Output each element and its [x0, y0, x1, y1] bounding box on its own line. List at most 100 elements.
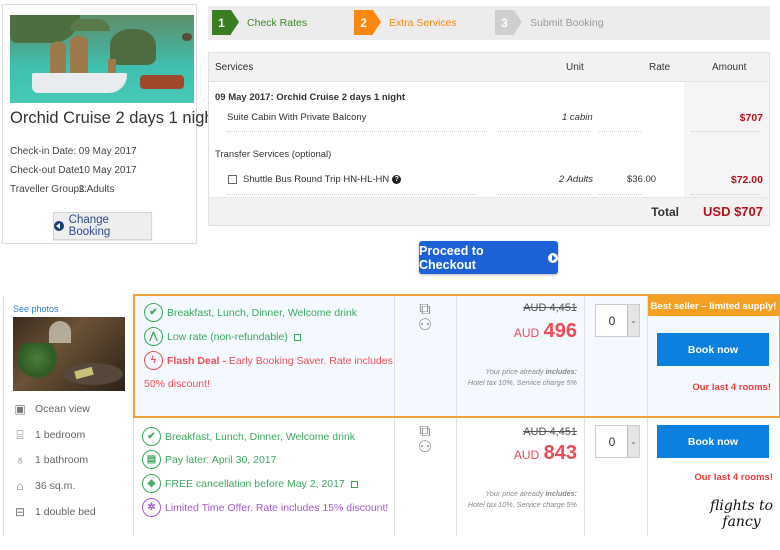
bathroom-icon: ♁	[15, 453, 25, 467]
price-cell: AUD 4,451 AUD 496 Your price already inc…	[457, 296, 577, 416]
bed-icon: ⊟	[14, 505, 26, 519]
pay-later-icon: ▤	[142, 450, 161, 469]
proceed-to-checkout-button[interactable]: Proceed to Checkout	[419, 241, 558, 274]
step-1-label: Check Rates	[247, 16, 308, 29]
discounted-price: AUD 496	[514, 320, 577, 343]
cruise-photo	[10, 15, 194, 103]
room-info-panel: See photos ▣ Ocean view ⌸ 1 bedroom ♁ 1 …	[3, 296, 133, 536]
bedroom-icon: ⌸	[16, 428, 24, 442]
change-booking-label: Change Booking	[68, 214, 111, 238]
feature-label: 36 sq.m.	[35, 480, 76, 492]
suite-cabin-amount: $707	[739, 112, 763, 124]
step-check-rates[interactable]: 1 Check Rates	[212, 10, 307, 35]
room-photo[interactable]	[13, 317, 125, 391]
perk-low-rate: ⋀ Low rate (non-refundable)	[144, 327, 301, 346]
total-value: USD $707	[703, 204, 763, 219]
limited-offer-icon: ✲	[142, 498, 161, 517]
services-header-row: Services Unit Rate Amount	[209, 53, 769, 82]
feature-bathroom: ♁ 1 bathroom	[13, 453, 89, 467]
room-quantity-select[interactable]: 0 ⌄	[595, 425, 640, 458]
quantity-value: 0	[608, 434, 616, 449]
area-icon: ⌂	[16, 479, 24, 493]
feature-ocean-view: ▣ Ocean view	[13, 402, 90, 416]
traveller-groups-row: Traveller Groups: 2 Adults	[10, 184, 114, 195]
header-services: Services	[215, 62, 254, 73]
shuttle-bus-amount: $72.00	[730, 174, 763, 186]
free-cancel-icon: ◈	[142, 474, 161, 493]
best-seller-badge: Best seller – limited supply!	[648, 296, 779, 316]
guests-icon: ⧉ ⚇	[417, 423, 433, 456]
total-label: Total	[651, 205, 679, 219]
arrow-right-circle-icon	[548, 252, 558, 263]
price-amount: 843	[543, 442, 577, 464]
arrow-left-circle-icon	[54, 221, 64, 231]
change-booking-button[interactable]: Change Booking	[53, 212, 152, 240]
header-amount: Amount	[712, 62, 747, 73]
step-3-number: 3	[495, 10, 522, 35]
tax-note-detail: Hotel tax 10%, Service charge 5%	[467, 378, 577, 387]
shuttle-bus-checkbox[interactable]	[228, 175, 237, 184]
step-extra-services: 2 Extra Services	[354, 10, 457, 35]
feature-area: ⌂ 36 sq.m.	[13, 479, 75, 493]
watermark-line-1: flights to	[710, 498, 774, 514]
quantity-value: 0	[608, 313, 616, 328]
see-photos-link[interactable]: See photos	[13, 304, 59, 314]
price-cell: AUD 4,451 AUD 843 Your price already inc…	[457, 418, 577, 536]
tax-note-detail: Hotel tax 10%, Service charge 5%	[467, 500, 577, 509]
header-rate: Rate	[649, 62, 671, 73]
check-in-row: Check-in Date: 09 May 2017	[10, 146, 137, 157]
perk-text: Breakfast, Lunch, Dinner, Welcome drink	[167, 306, 358, 319]
help-icon[interactable]: ?	[392, 174, 402, 184]
perk-text: Pay later: April 30, 2017	[165, 453, 277, 466]
window-icon: ▣	[14, 402, 26, 416]
cruise-group-title: 09 May 2017: Orchid Cruise 2 days 1 nigh…	[215, 92, 406, 103]
shuttle-bus-name: Shuttle Bus Round Trip HN-HL-HN	[243, 174, 390, 185]
guests-icon: ⧉ ⚇	[417, 301, 433, 334]
chevron-down-icon: ⌄	[627, 426, 639, 457]
book-now-button[interactable]: Book now	[657, 333, 769, 366]
price-currency: AUD	[513, 448, 540, 462]
feature-label: Ocean view	[35, 403, 90, 415]
room-quantity-select[interactable]: 0 ⌄	[595, 304, 640, 337]
feature-label: 1 bathroom	[35, 454, 89, 466]
watermark-line-2: fancy	[722, 514, 761, 530]
tax-note-bold: includes:	[545, 489, 577, 498]
step-2-number: 2	[354, 10, 381, 35]
watermark-logo: flights to fancy	[710, 498, 773, 530]
perk-text: Low rate (non-refundable)	[167, 330, 288, 343]
price-currency: AUD	[513, 326, 540, 340]
step-submit-booking: 3 Submit Booking	[495, 10, 604, 35]
original-price: AUD 4,451	[523, 426, 577, 438]
perk-text: Breakfast, Lunch, Dinner, Welcome drink	[165, 430, 356, 443]
traveller-groups-label: Traveller Groups:	[10, 184, 87, 195]
book-now-button[interactable]: Book now	[657, 425, 769, 458]
tax-note: Your price already includes: Hotel tax 1…	[468, 366, 577, 388]
perk-free-cancellation: ◈ FREE cancellation before May 2, 2017	[142, 474, 358, 493]
perk-limited-offer: ✲ Limited Time Offer. Rate includes 15% …	[142, 498, 388, 517]
discounted-price: AUD 843	[514, 442, 577, 465]
feature-bed: ⊟ 1 double bed	[13, 505, 96, 519]
chevron-down-icon: ⌄	[627, 305, 639, 336]
cruise-title: Orchid Cruise 2 days 1 night	[10, 109, 219, 127]
traveller-groups-value: 2 Adults	[78, 184, 115, 195]
suite-cabin-name: Suite Cabin With Private Balcony	[227, 112, 367, 123]
check-out-label: Check-out Date:	[10, 165, 83, 176]
low-rate-icon: ⋀	[144, 327, 163, 346]
perk-meals: ✔ Breakfast, Lunch, Dinner, Welcome drin…	[142, 427, 355, 446]
original-price: AUD 4,451	[523, 302, 577, 314]
info-copy-icon[interactable]	[350, 481, 358, 488]
perk-meals: ✔ Breakfast, Lunch, Dinner, Welcome drin…	[144, 303, 357, 322]
info-copy-icon[interactable]	[293, 334, 301, 341]
shuttle-bus-rate: $36.00	[627, 174, 657, 185]
transfer-group-title: Transfer Services (optional)	[215, 149, 332, 160]
perk-text: Limited Time Offer. Rate includes 15% di…	[165, 501, 389, 514]
check-icon: ✔	[144, 303, 163, 322]
shuttle-bus-unit: 2 Adults	[559, 174, 593, 185]
perk-text: FREE cancellation before May 2, 2017	[165, 477, 345, 490]
check-out-value: 10 May 2017	[78, 165, 137, 176]
step-3-label: Submit Booking	[530, 16, 604, 29]
header-unit: Unit	[566, 62, 584, 73]
check-in-value: 09 May 2017	[78, 146, 137, 157]
services-table: Services Unit Rate Amount 09 May 2017: O…	[208, 52, 770, 226]
tax-note: Your price already includes: Hotel tax 1…	[468, 488, 577, 510]
